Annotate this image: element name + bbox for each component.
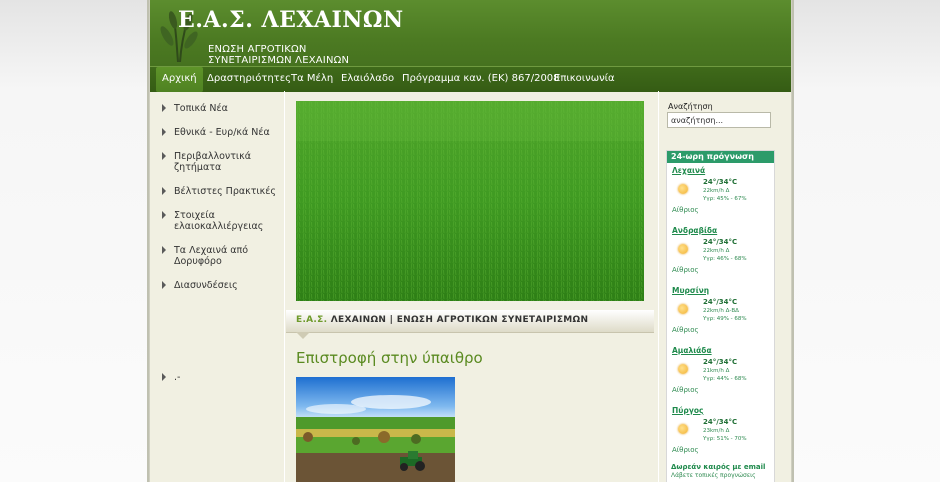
nav-item-program[interactable]: Πρόγραμμα καν. (ΕΚ) 867/2008 — [402, 67, 560, 92]
humidity: Υγρ: 44% - 68% — [703, 376, 747, 382]
ribbon-text: Ε.Α.Σ. ΛΕΧΑΙΝΩΝ | ΕΝΩΣΗ ΑΓΡΟΤΙΚΩΝ ΣΥΝΕΤΑ… — [296, 315, 588, 325]
search-label: Αναζήτηση — [668, 102, 713, 111]
condition: Αίθριος — [672, 206, 699, 214]
sidebar-item-satellite[interactable]: Τα Λεχαινά από Δορυφόρο — [160, 245, 264, 267]
condition: Αίθριος — [672, 266, 699, 274]
ribbon-dark-text: ΛΕΧΑΙΝΩΝ | ΕΝΩΣΗ ΑΓΡΟΤΙΚΩΝ ΣΥΝΕΤΑΙΡΙΣΜΩΝ — [330, 315, 589, 325]
sidebar-item-label: Διασυνδέσεις — [174, 280, 238, 291]
sidebar-item-local-news[interactable]: Τοπικά Νέα — [160, 103, 280, 114]
arrow-right-icon — [162, 373, 166, 381]
sidebar-item-label: Τοπικά Νέα — [174, 103, 228, 114]
column-divider-right — [658, 91, 659, 482]
page-shadow-right — [791, 0, 794, 482]
weather-email-promo-title[interactable]: Δωρεάν καιρός με email — [671, 463, 765, 471]
wind: 23km/h Δ — [703, 428, 730, 434]
site-title[interactable]: Ε.Α.Σ. ΛΕΧΑΙΝΩΝ — [178, 7, 404, 33]
sidebar-item-label: Περιβαλλοντικά ζητήματα — [174, 151, 252, 173]
city-link[interactable]: Πύργος — [672, 406, 703, 415]
temperature: 24°/34°C — [703, 358, 738, 366]
wind: 22km/h Δ — [703, 248, 730, 254]
site-subtitle-line2: ΣΥΝΕΤΑΙΡΙΣΜΩΝ ΛΕΧΑΙΝΩΝ — [208, 55, 350, 66]
condition: Αίθριος — [672, 326, 699, 334]
sidebar-item-national-news[interactable]: Εθνικά - Ευρ/κά Νέα — [160, 127, 280, 138]
temperature: 24°/34°C — [703, 418, 738, 426]
weather-city: Πύργος 24°/34°C 23km/h Δ Υγρ: 51% - 70% … — [667, 403, 774, 463]
weather-city: Αμαλιάδα 24°/34°C 21km/h Δ Υγρ: 44% - 68… — [667, 343, 774, 403]
city-link[interactable]: Αμαλιάδα — [672, 346, 712, 355]
temperature: 24°/34°C — [703, 298, 738, 306]
search-input[interactable] — [667, 112, 771, 128]
arrow-right-icon — [162, 246, 166, 254]
weather-email-promo-text: Λάβετε τοπικές προγνώσεις — [671, 472, 756, 479]
temperature: 24°/34°C — [703, 178, 738, 186]
arrow-right-icon — [162, 128, 166, 136]
sidebar-item-label: Βέλτιστες Πρακτικές — [174, 186, 276, 197]
nav-item-olive-oil[interactable]: Ελαιόλαδο — [341, 67, 394, 92]
wind: 22km/h Δ-ΒΔ — [703, 308, 739, 314]
sidebar-item-best-practices[interactable]: Βέλτιστες Πρακτικές — [160, 186, 280, 197]
sidebar-item-links[interactable]: Διασυνδέσεις — [160, 280, 280, 291]
humidity: Υγρ: 49% - 68% — [703, 316, 747, 322]
article-tractor-image — [296, 377, 455, 482]
sun-icon — [678, 184, 688, 194]
condition: Αίθριος — [672, 386, 699, 394]
city-link[interactable]: Λεχαινά — [672, 166, 705, 175]
condition: Αίθριος — [672, 446, 699, 454]
site-subtitle-line1: ΕΝΩΣΗ ΑΓΡΟΤΙΚΩΝ — [208, 44, 307, 55]
sidebar-item-environment[interactable]: Περιβαλλοντικά ζητήματα — [160, 151, 264, 173]
humidity: Υγρ: 46% - 68% — [703, 256, 747, 262]
weather-widget: 24-ωρη πρόγνωση Λεχαινά 24°/34°C 22km/h … — [666, 150, 775, 482]
sidebar-item-olive-cultivation[interactable]: Στοιχεία ελαιοκαλλιέργειας — [160, 210, 274, 232]
main-navigation: Αρχική Δραστηριότητες Τα Μέλη Ελαιόλαδο … — [150, 66, 791, 92]
sun-icon — [678, 424, 688, 434]
humidity: Υγρ: 51% - 70% — [703, 436, 747, 442]
arrow-right-icon — [162, 152, 166, 160]
weather-city: Λεχαινά 24°/34°C 22km/h Δ Υγρ: 45% - 67%… — [667, 163, 774, 223]
weather-city: Ανδραβίδα 24°/34°C 22km/h Δ Υγρ: 46% - 6… — [667, 223, 774, 283]
humidity: Υγρ: 45% - 67% — [703, 196, 747, 202]
site-ribbon: Ε.Α.Σ. ΛΕΧΑΙΝΩΝ | ΕΝΩΣΗ ΑΓΡΟΤΙΚΩΝ ΣΥΝΕΤΑ… — [286, 310, 654, 339]
arrow-right-icon — [162, 211, 166, 219]
ribbon-green-text: Ε.Α.Σ. — [296, 315, 328, 325]
weather-city: Μυρσίνη 24°/34°C 22km/h Δ-ΒΔ Υγρ: 49% - … — [667, 283, 774, 343]
sidebar-menu: Τοπικά Νέα Εθνικά - Ευρ/κά Νέα Περιβαλλο… — [160, 103, 280, 304]
nav-item-members[interactable]: Τα Μέλη — [291, 67, 333, 92]
temperature: 24°/34°C — [703, 238, 738, 246]
arrow-right-icon — [162, 187, 166, 195]
sidebar-item-label: Εθνικά - Ευρ/κά Νέα — [174, 127, 270, 138]
city-link[interactable]: Μυρσίνη — [672, 286, 709, 295]
weather-title: 24-ωρη πρόγνωση — [667, 151, 774, 163]
arrow-right-icon — [162, 281, 166, 289]
sun-icon — [678, 364, 688, 374]
article-title[interactable]: Επιστροφή στην ύπαιθρο — [296, 349, 483, 367]
sun-icon — [678, 244, 688, 254]
sidebar-extra: .- — [160, 372, 220, 396]
wind: 22km/h Δ — [703, 188, 730, 194]
sun-icon — [678, 304, 688, 314]
column-divider-left — [284, 91, 285, 482]
arrow-right-icon — [162, 104, 166, 112]
city-link[interactable]: Ανδραβίδα — [672, 226, 717, 235]
nav-item-activities[interactable]: Δραστηριότητες — [207, 67, 291, 92]
sidebar-item-label: Τα Λεχαινά από Δορυφόρο — [174, 245, 249, 267]
nav-item-home[interactable]: Αρχική — [156, 67, 203, 92]
sidebar-item-extra[interactable]: .- — [160, 372, 220, 383]
page-container: Ε.Α.Σ. ΛΕΧΑΙΝΩΝ ΕΝΩΣΗ ΑΓΡΟΤΙΚΩΝ ΣΥΝΕΤΑΙΡ… — [150, 0, 791, 482]
wind: 21km/h Δ — [703, 368, 730, 374]
ribbon-notch — [296, 332, 310, 339]
sidebar-item-label: .- — [174, 372, 181, 383]
site-header: Ε.Α.Σ. ΛΕΧΑΙΝΩΝ ΕΝΩΣΗ ΑΓΡΟΤΙΚΩΝ ΣΥΝΕΤΑΙΡ… — [150, 0, 791, 66]
sidebar-item-label: Στοιχεία ελαιοκαλλιέργειας — [174, 210, 264, 232]
nav-item-contact[interactable]: Επικοινωνία — [554, 67, 615, 92]
hero-field-image — [296, 101, 644, 301]
